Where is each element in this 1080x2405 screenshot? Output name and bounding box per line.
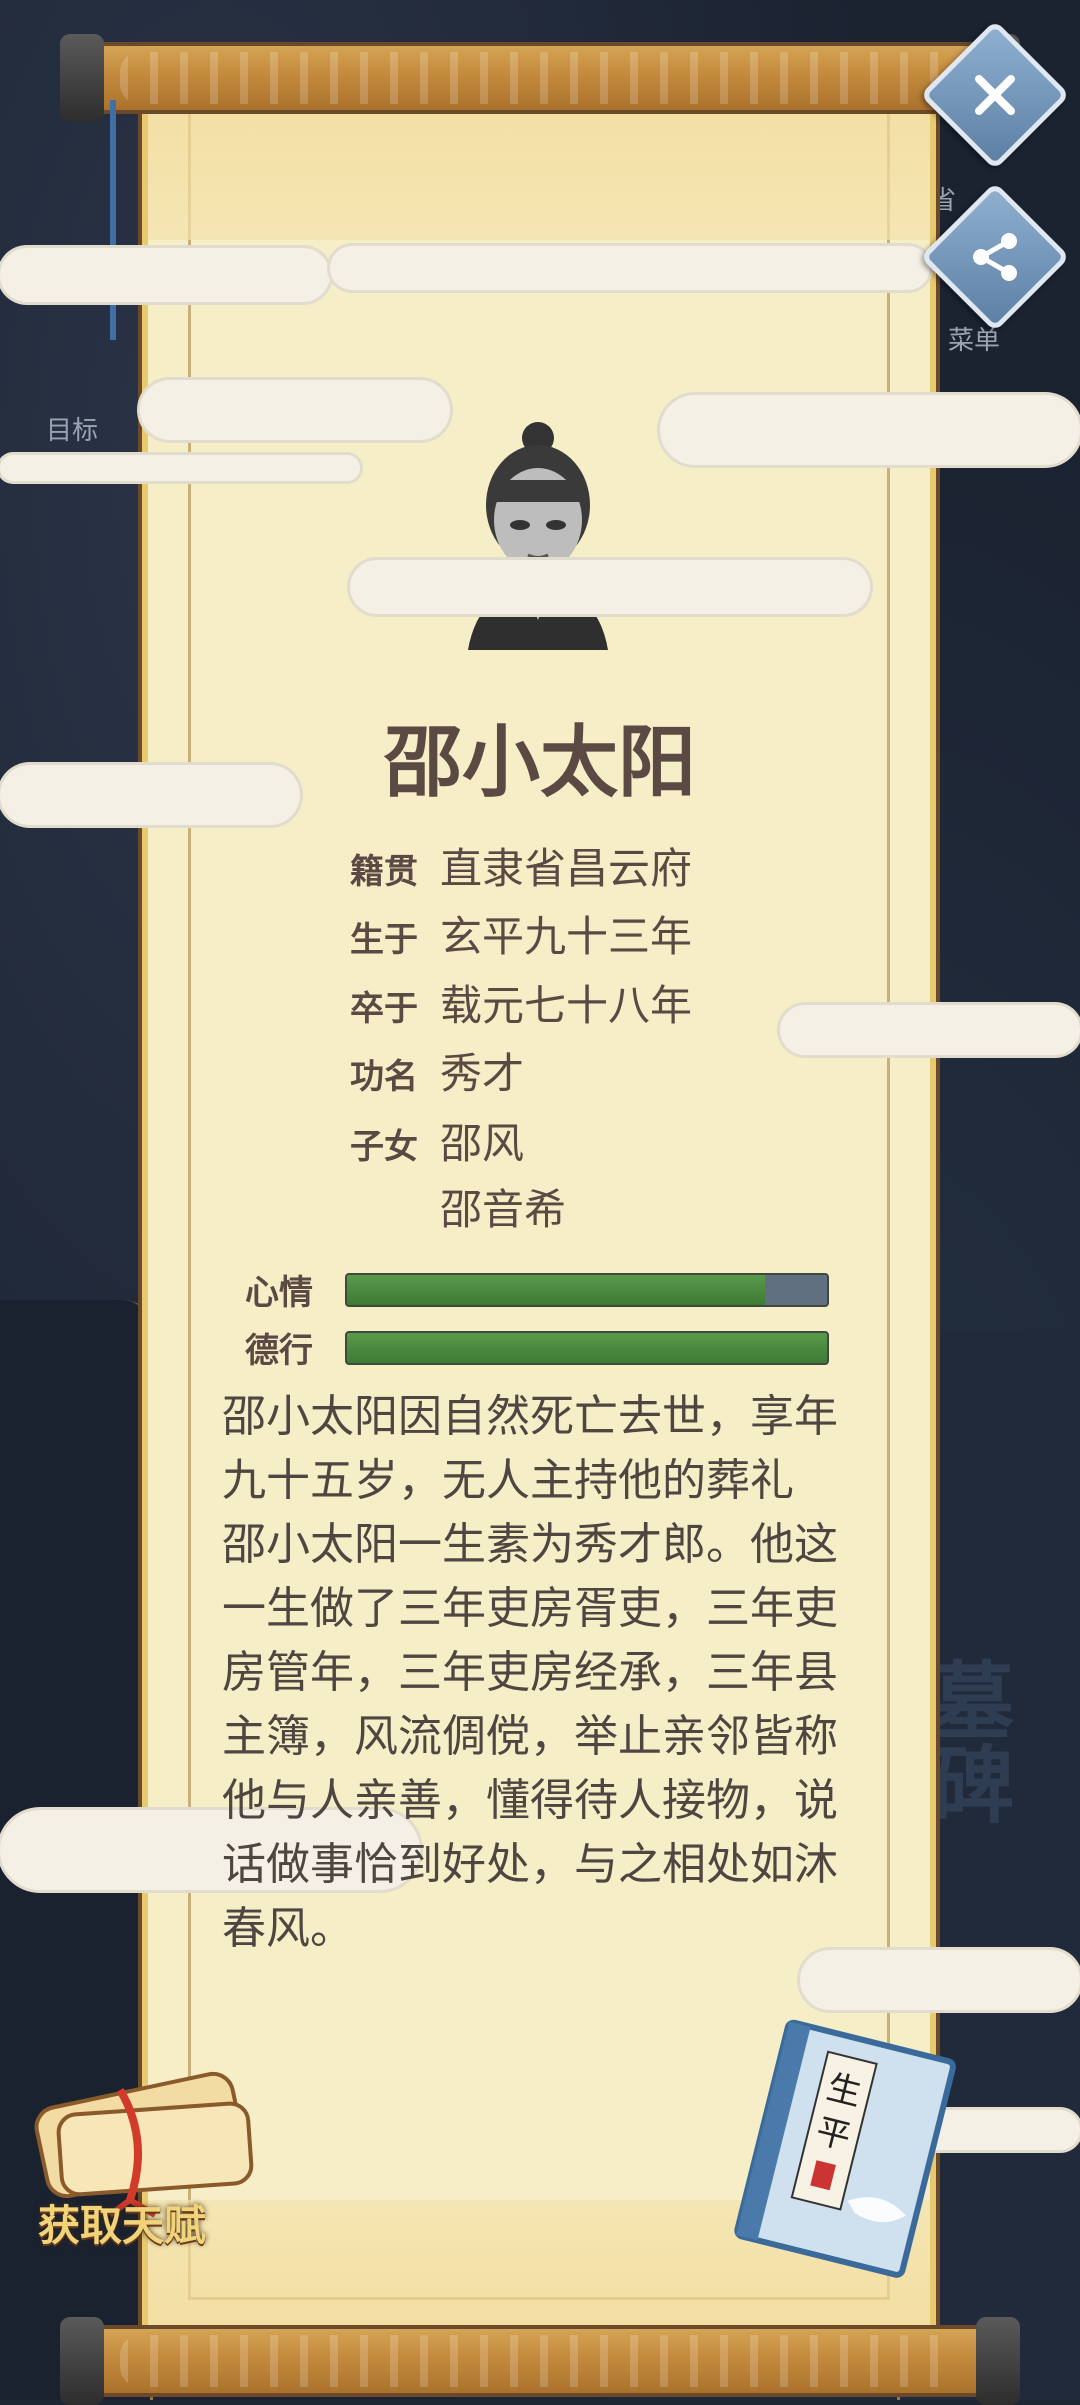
info-label: 子女 [350,1127,418,1167]
character-avatar [468,422,608,650]
tassel [110,100,116,340]
info-value: 直隶省昌云府 [440,844,693,893]
mood-bar-fill [347,1274,765,1305]
scroll-top-rod [60,34,1020,122]
virtue-bar [345,1330,829,1365]
cloud [780,1005,1080,1055]
info-row-died: 卒于 载元七十八年 [350,972,692,1033]
cloud [330,246,930,290]
info-label: 生于 [350,920,418,960]
mood-bar-row: 心情 [245,1265,829,1314]
info-value: 秀才 [440,1049,525,1098]
cloud [140,380,450,440]
info-label: 籍贯 [350,852,418,892]
scroll-bottom-rod [60,2317,1020,2405]
info-row-children: 子女 邵风 [350,1110,524,1171]
close-icon [975,75,1015,115]
info-value: 邵音希 [440,1185,567,1234]
virtue-bar-fill [347,1332,827,1363]
mood-bar [345,1272,829,1307]
info-value: 载元七十八年 [440,981,693,1030]
info-label: 功名 [350,1057,418,1097]
info-row-born: 生于 玄平九十三年 [350,903,692,964]
cloud [350,560,870,614]
get-talent-button[interactable]: 获取天赋 [38,2192,206,2253]
goal-label: 目标 [46,416,99,446]
mood-label: 心情 [245,1273,313,1313]
tombstone-text: 墓 碑 [930,1653,1015,1835]
info-row-origin: 籍贯 直隶省昌云府 [350,835,692,896]
biography-paragraph: 邵小太阳一生素为秀才郎。他这一生做了三年吏房胥吏，三年吏房管年，三年吏房经承，三… [222,1519,838,1954]
biography-paragraph: 邵小太阳因自然死亡去世，享年九十五岁，无人主持他的葬礼 [222,1391,838,1506]
virtue-bar-row: 德行 [245,1323,829,1372]
info-label: 卒于 [350,989,418,1029]
province-label: 省 [930,186,957,216]
biography-text: 邵小太阳因自然死亡去世，享年九十五岁，无人主持他的葬礼 邵小太阳一生素为秀才郎。… [222,1385,852,1961]
share-icon [973,233,1017,281]
cloud [660,395,1080,465]
virtue-label: 德行 [245,1331,313,1371]
cloud [0,455,360,481]
cloud [0,248,330,302]
info-value: 邵风 [440,1119,525,1168]
info-row-children-2: 邵音希 [350,1176,566,1237]
info-row-rank: 功名 秀才 [350,1040,524,1101]
info-value: 玄平九十三年 [440,912,693,961]
character-name: 邵小太阳 [383,718,696,808]
